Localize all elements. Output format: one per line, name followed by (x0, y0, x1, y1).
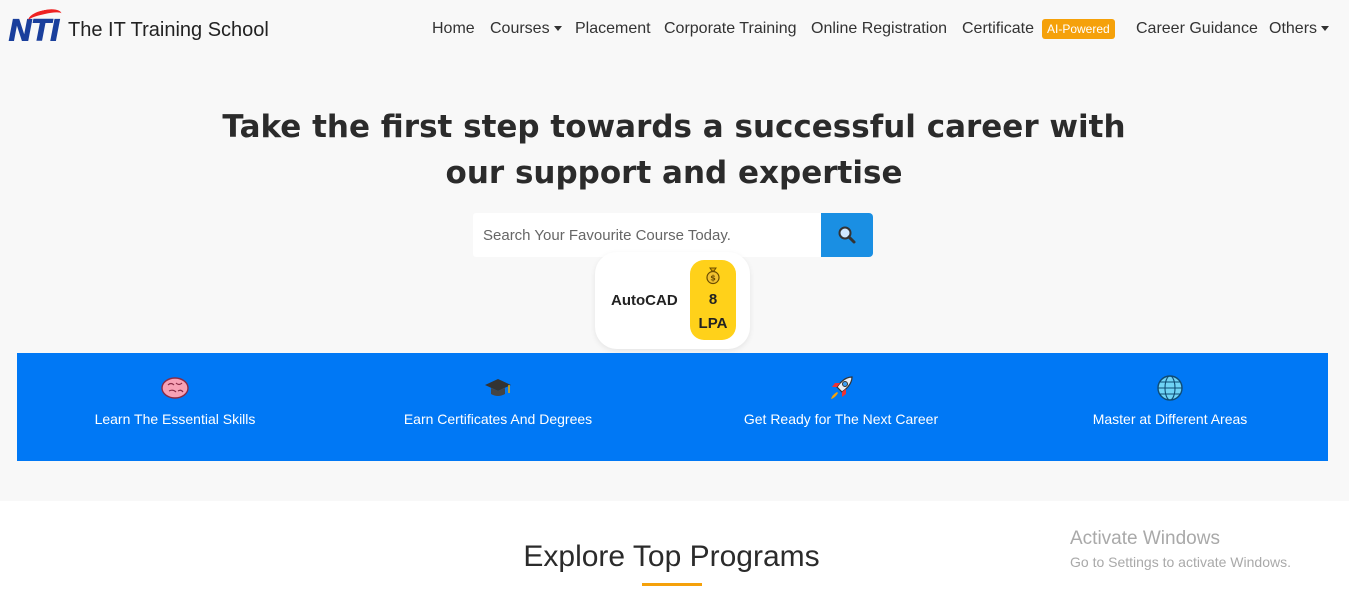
feature-label: Learn The Essential Skills (94, 411, 256, 427)
nav-others-label: Others (1269, 20, 1318, 37)
watermark-subtitle: Go to Settings to activate Windows. (1070, 554, 1291, 570)
salary-unit: LPA (698, 315, 728, 332)
search-input[interactable] (473, 213, 821, 257)
nav-placement[interactable]: Placement (575, 20, 651, 38)
course-search (473, 213, 873, 257)
globe-icon (1157, 375, 1183, 401)
hero-title-line-2: our support and expertise (445, 155, 903, 191)
brain-icon (161, 377, 189, 399)
feature-label: Master at Different Areas (1092, 411, 1248, 427)
money-bag-icon: $ (706, 267, 720, 285)
nav-career-guidance[interactable]: Career Guidance (1136, 20, 1258, 38)
features-banner: Learn The Essential Skills Earn Certific… (17, 353, 1328, 461)
salary-card[interactable]: AutoCAD $ 8 LPA (595, 252, 750, 349)
ai-powered-badge[interactable]: AI-Powered (1042, 19, 1115, 39)
salary-amount: 8 (708, 291, 718, 308)
nav-courses-label: Courses (490, 20, 550, 37)
title-underline (642, 583, 702, 586)
salary-course-name: AutoCAD (611, 292, 678, 309)
main-nav: Home Courses Placement Corporate Trainin… (0, 20, 1349, 42)
search-button[interactable] (821, 213, 873, 257)
search-icon (838, 226, 856, 244)
nav-corporate-training[interactable]: Corporate Training (664, 20, 797, 38)
hero-title: Take the first step towards a successful… (174, 104, 1174, 196)
windows-activation-watermark: Activate Windows Go to Settings to activ… (1070, 528, 1291, 570)
nav-online-registration[interactable]: Online Registration (811, 20, 947, 38)
hero-title-line-1: Take the first step towards a successful… (222, 109, 1126, 145)
hero-section: Take the first step towards a successful… (0, 62, 1349, 501)
feature-next-career: Get Ready for The Next Career (741, 373, 941, 427)
feature-essential-skills: Learn The Essential Skills (75, 373, 275, 427)
graduation-cap-icon (485, 379, 511, 396)
feature-certificates: Earn Certificates And Degrees (398, 373, 598, 427)
watermark-title: Activate Windows (1070, 528, 1220, 549)
svg-text:$: $ (710, 274, 716, 283)
nav-home[interactable]: Home (432, 20, 475, 38)
navbar: NTI The IT Training School Home Courses … (0, 0, 1349, 62)
nav-courses[interactable]: Courses (490, 20, 562, 38)
chevron-down-icon (1321, 26, 1330, 32)
feature-different-areas: Master at Different Areas (1070, 373, 1270, 427)
rocket-icon (831, 376, 853, 399)
chevron-down-icon (553, 26, 562, 32)
feature-label: Get Ready for The Next Career (743, 411, 939, 427)
nav-certificate[interactable]: Certificate (962, 20, 1034, 38)
nav-others[interactable]: Others (1269, 20, 1330, 38)
feature-label: Earn Certificates And Degrees (403, 411, 593, 427)
salary-pill: $ 8 LPA (690, 260, 736, 340)
